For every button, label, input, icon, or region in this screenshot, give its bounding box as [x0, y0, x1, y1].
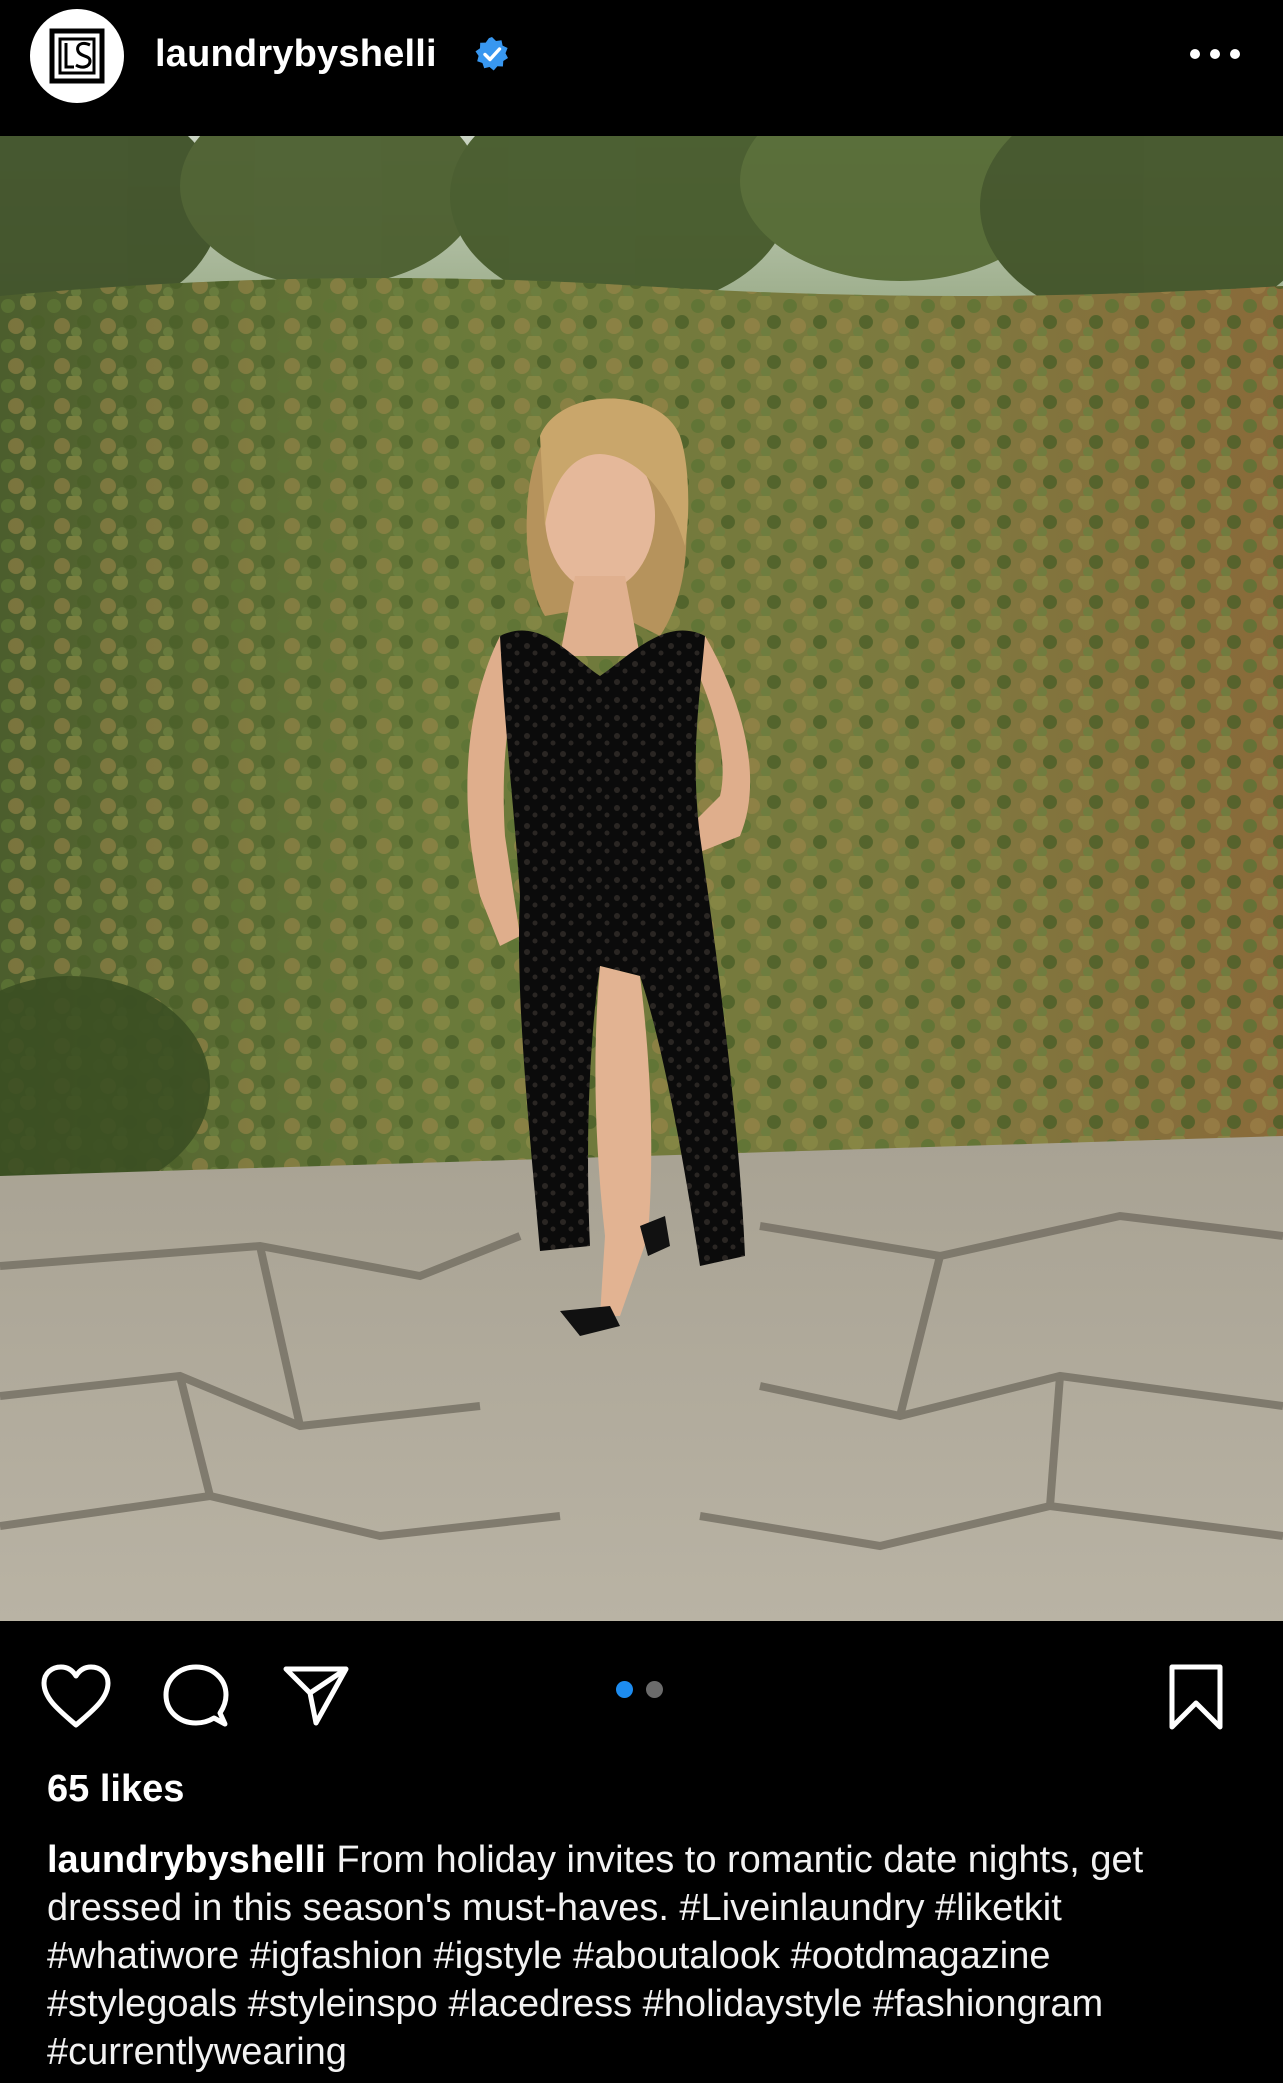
post-photo-illustration — [0, 136, 1283, 1621]
more-horizontal-icon[interactable] — [1185, 36, 1245, 72]
post-caption: laundrybyshelli From holiday invites to … — [47, 1836, 1247, 2076]
carousel-dot-inactive — [646, 1681, 663, 1698]
comment-bubble-icon[interactable] — [162, 1663, 230, 1729]
paper-plane-icon[interactable] — [282, 1665, 350, 1727]
post-header: laundrybyshelli — [0, 0, 1283, 136]
brand-logo-icon — [31, 10, 123, 102]
action-bar — [0, 1621, 1283, 1761]
carousel-indicator — [616, 1681, 666, 1701]
likes-count[interactable]: 65 likes — [47, 1766, 184, 1812]
carousel-dot-active — [616, 1681, 633, 1698]
caption-username[interactable]: laundrybyshelli — [47, 1839, 326, 1881]
avatar[interactable] — [30, 9, 124, 103]
verified-badge-icon — [475, 37, 508, 71]
heart-icon[interactable] — [40, 1663, 112, 1729]
header-username[interactable]: laundrybyshelli — [155, 30, 437, 78]
post-image[interactable] — [0, 136, 1283, 1621]
bookmark-icon[interactable] — [1166, 1663, 1226, 1731]
